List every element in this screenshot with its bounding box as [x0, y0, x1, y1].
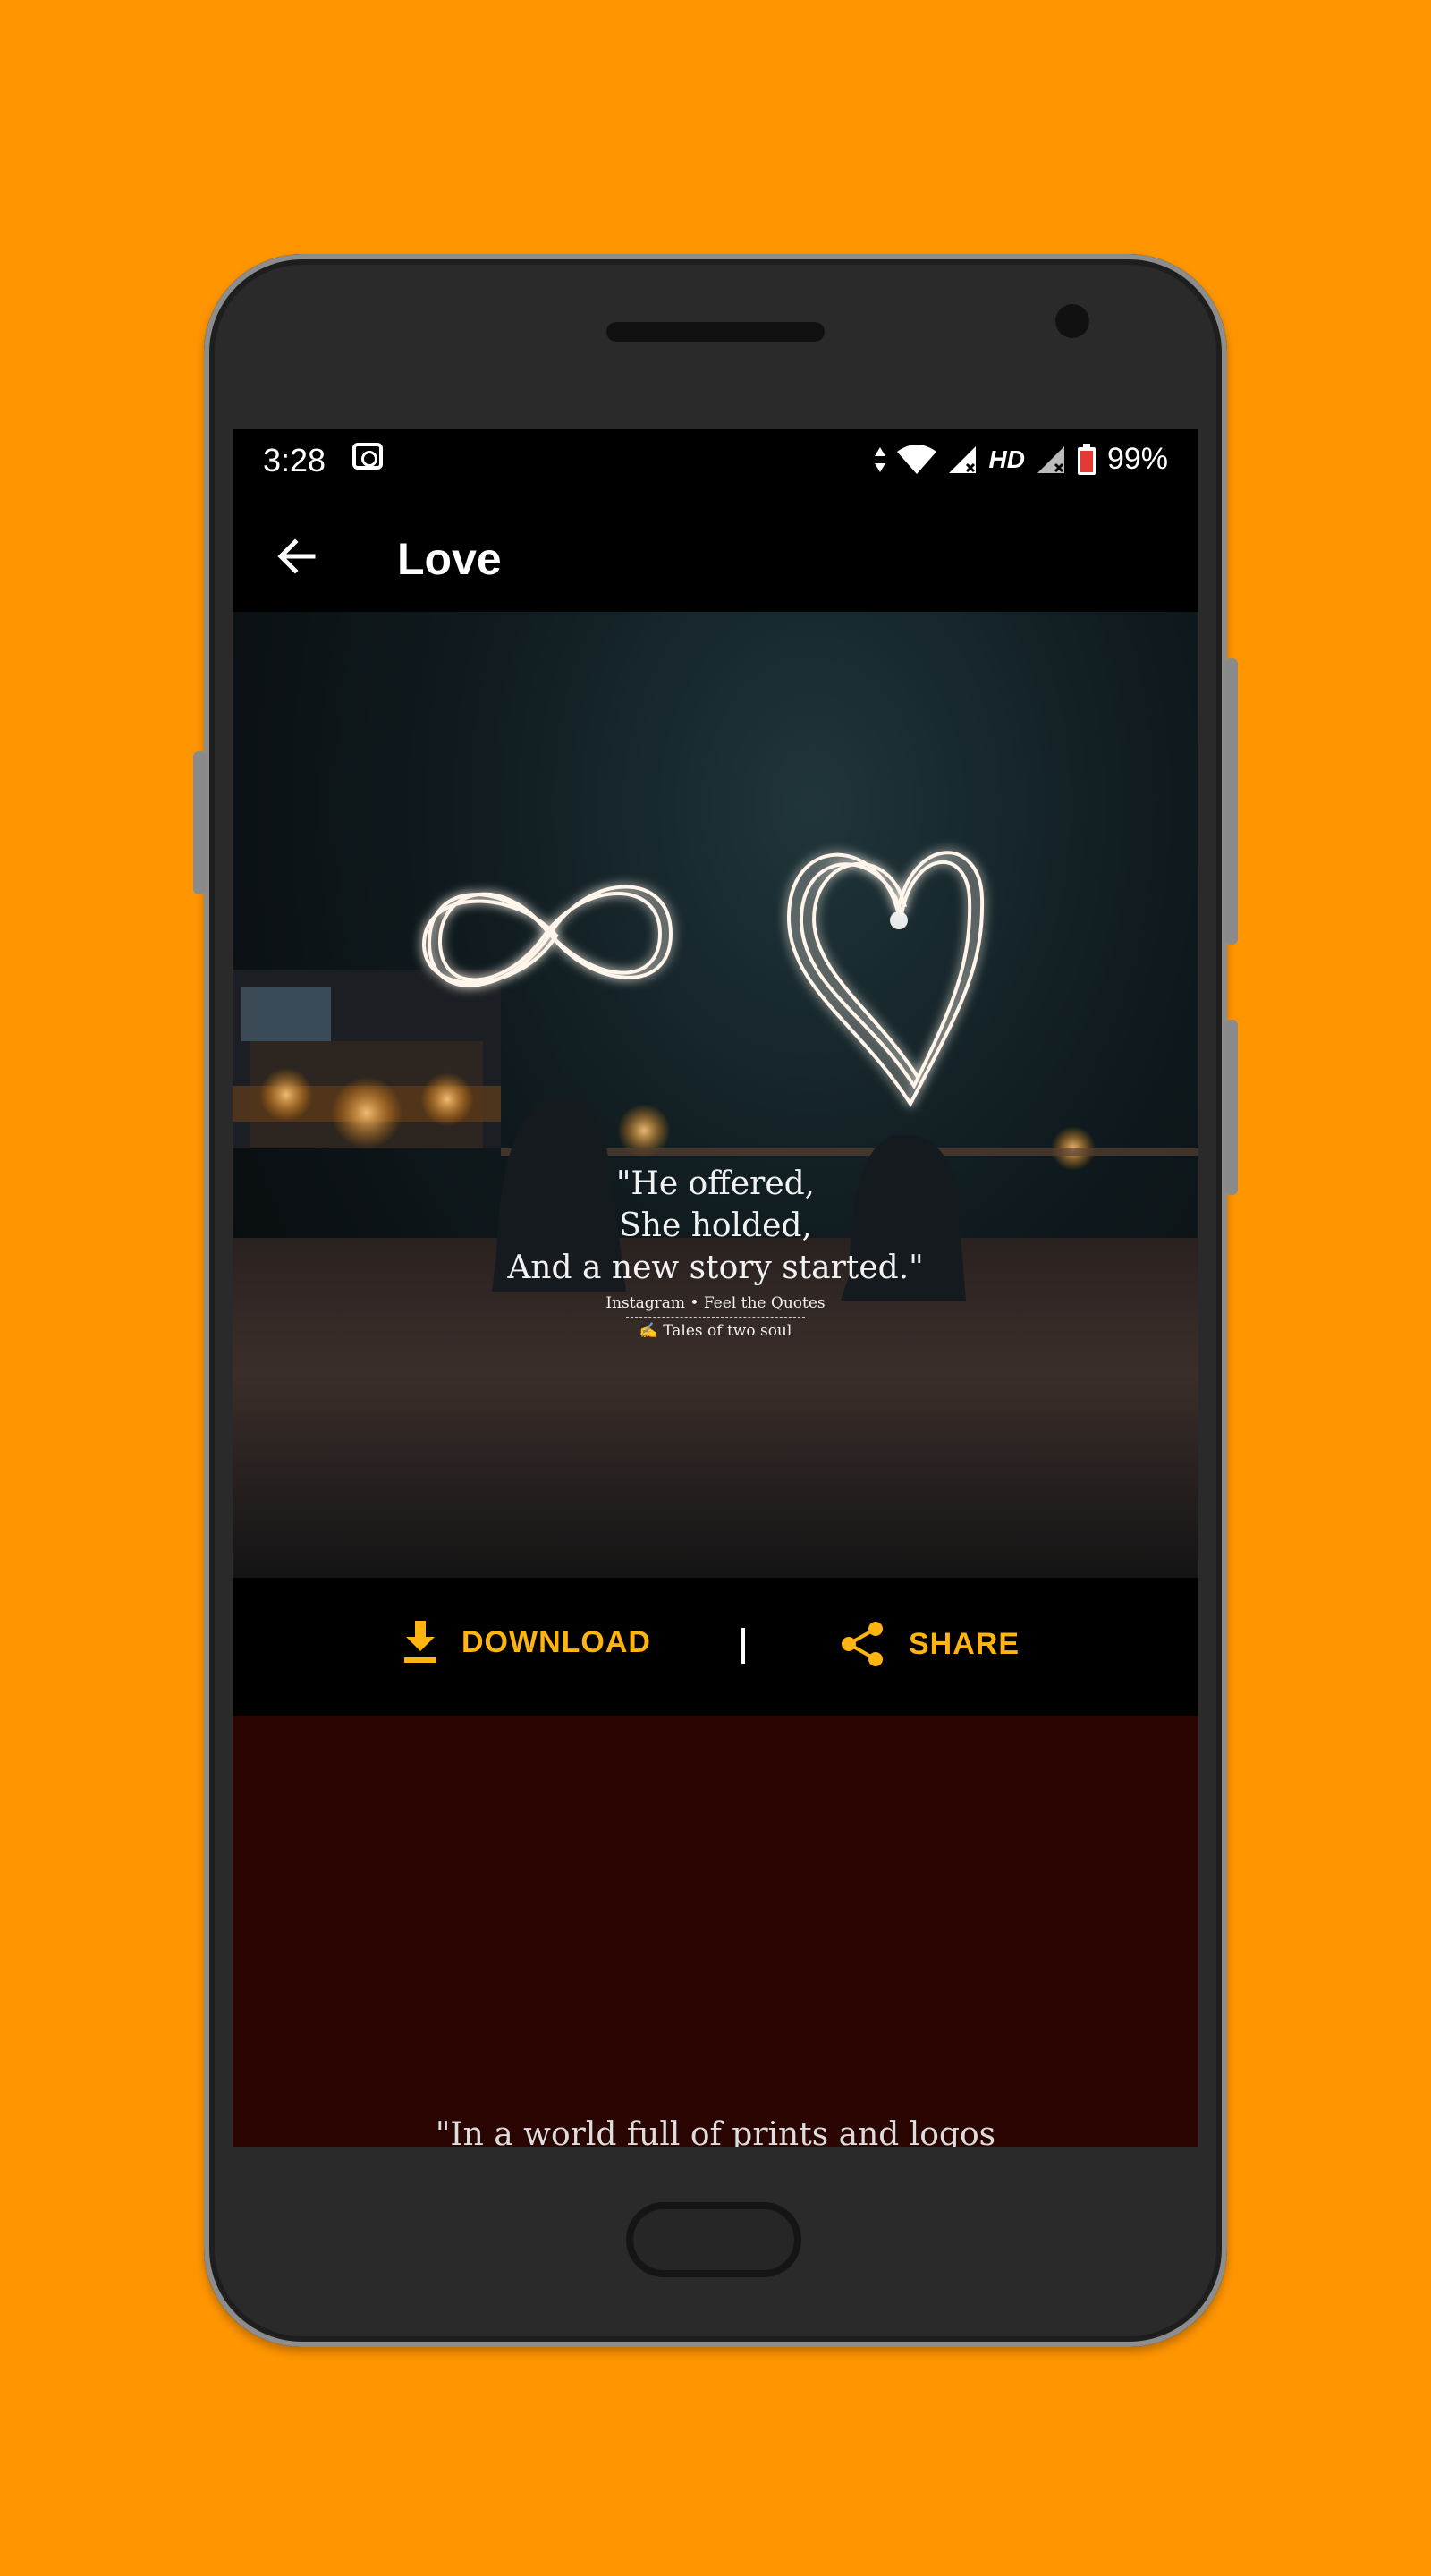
download-button[interactable]: DOWNLOAD: [402, 1621, 651, 1664]
quote-separator: [626, 1317, 805, 1318]
next-quote-text: "In a world full of prints and logos: [435, 2116, 996, 2147]
network-type: HD: [988, 445, 1025, 473]
share-button[interactable]: SHARE: [839, 1621, 1020, 1667]
earpiece-speaker: [606, 322, 825, 342]
vault-icon: [352, 443, 383, 470]
battery-percent: 99%: [1106, 442, 1168, 476]
action-divider: [741, 1628, 745, 1664]
next-quote-card[interactable]: "In a world full of prints and logos: [233, 1716, 1198, 2147]
status-bar: 3:28 HD 99%: [233, 429, 1198, 492]
front-camera: [1055, 304, 1089, 338]
data-arrows-icon: [875, 446, 886, 472]
quote-credit: Instagram • Feel the Quotes: [605, 1294, 826, 1312]
phone-screen: 3:28 HD 99% Love "He offered, She holded…: [233, 429, 1198, 2147]
signal-icon-2: [1037, 445, 1064, 473]
page-title: Love: [397, 534, 502, 584]
home-button[interactable]: [626, 2202, 801, 2277]
status-time: 3:28: [263, 442, 326, 479]
download-label: DOWNLOAD: [461, 1624, 651, 1659]
battery-icon: [1077, 443, 1096, 475]
wifi-icon: [897, 444, 937, 474]
action-bar: DOWNLOAD SHARE: [233, 1578, 1198, 1716]
status-icons: HD 99%: [874, 442, 1168, 477]
share-icon: [842, 1622, 883, 1666]
quote-text: "He offered, She holded, And a new story…: [233, 1163, 1198, 1342]
share-label: SHARE: [909, 1626, 1020, 1661]
signal-icon: [949, 445, 977, 473]
quote-signature: ✍ Tales of two soul: [639, 1322, 792, 1340]
side-button-left: [193, 751, 206, 894]
quote-line-1: "He offered,: [615, 1165, 816, 1202]
arrow-left-icon[interactable]: [272, 531, 322, 581]
quote-image[interactable]: "He offered, She holded, And a new story…: [233, 612, 1198, 1578]
quote-line-2: She holded,: [619, 1208, 812, 1244]
side-button-right-upper: [1225, 658, 1238, 945]
photo-illustration: [233, 851, 1198, 1578]
quote-line-3: And a new story started.": [507, 1250, 924, 1286]
side-button-right-lower: [1225, 1020, 1238, 1195]
download-icon: [404, 1621, 436, 1663]
app-bar: Love: [233, 492, 1198, 630]
